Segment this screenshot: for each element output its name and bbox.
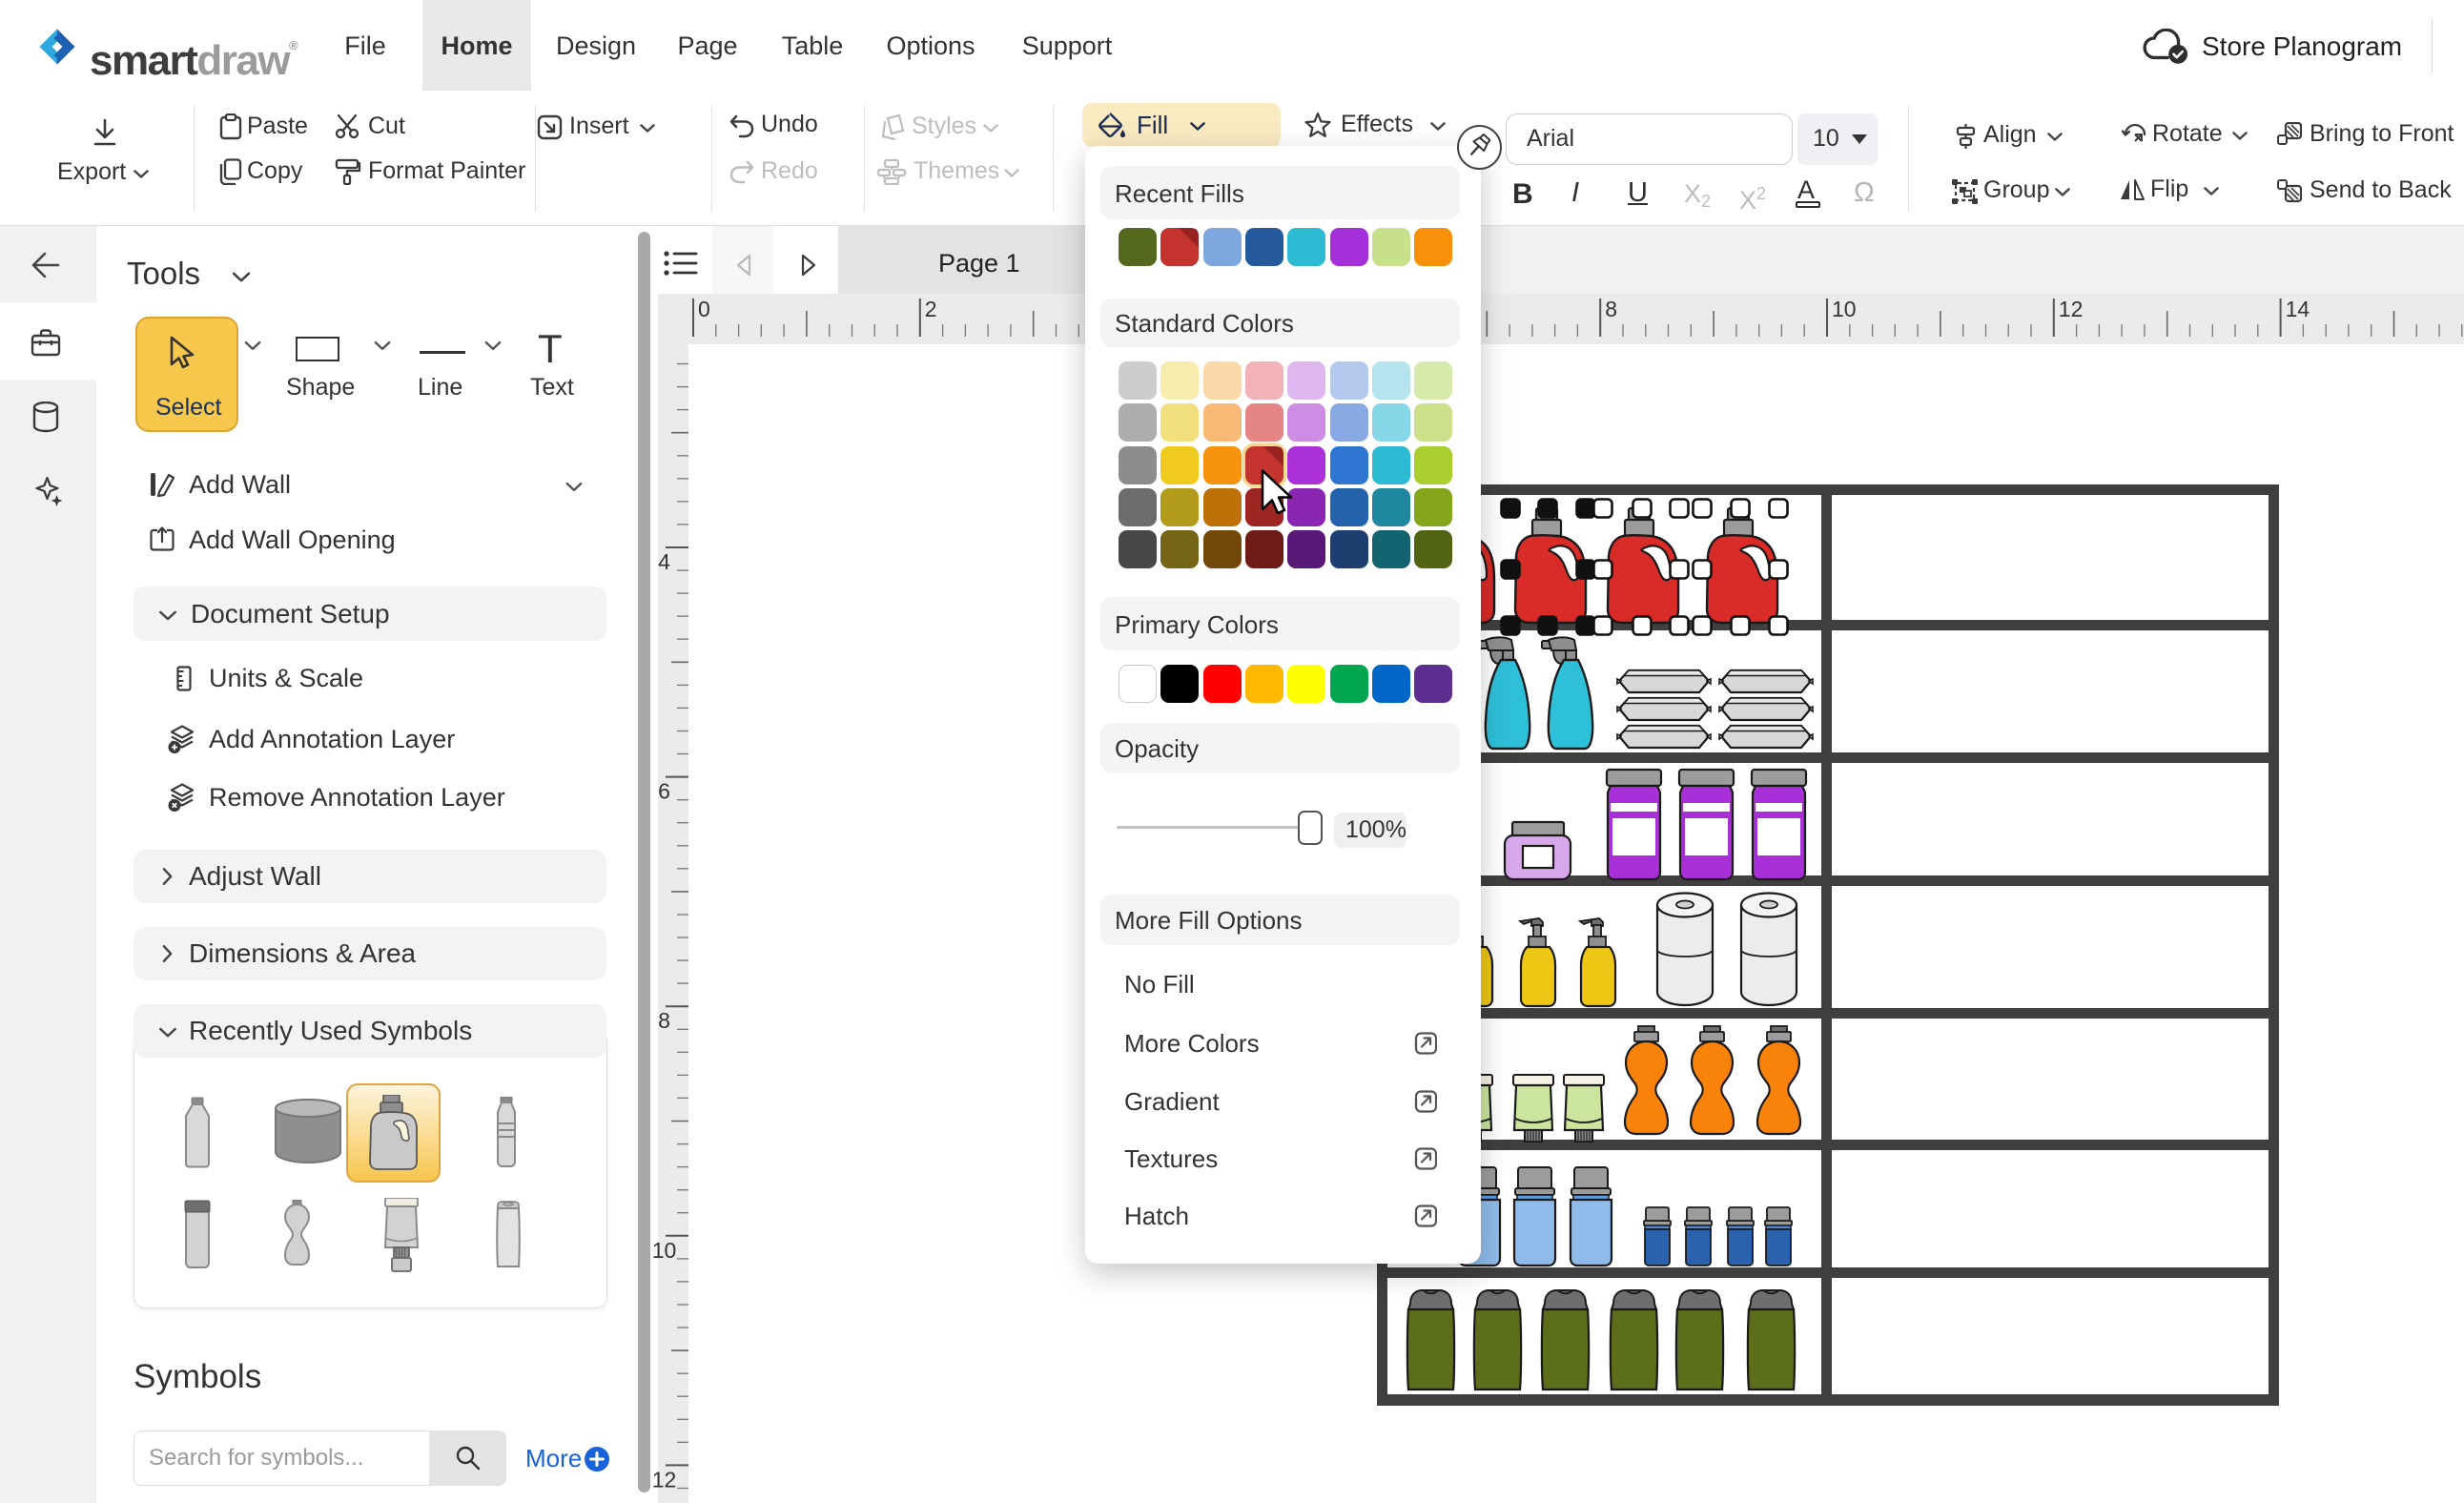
- svg-text:4: 4: [658, 549, 670, 574]
- svg-text:12: 12: [652, 1467, 677, 1492]
- svg-text:10: 10: [1832, 297, 1857, 321]
- svg-text:0: 0: [698, 297, 710, 321]
- svg-text:2: 2: [925, 297, 937, 321]
- svg-text:6: 6: [658, 779, 670, 804]
- svg-text:8: 8: [658, 1008, 670, 1033]
- svg-text:12: 12: [2059, 297, 2084, 321]
- svg-text:10: 10: [652, 1238, 677, 1263]
- svg-text:8: 8: [1605, 297, 1617, 321]
- svg-text:14: 14: [2286, 297, 2310, 321]
